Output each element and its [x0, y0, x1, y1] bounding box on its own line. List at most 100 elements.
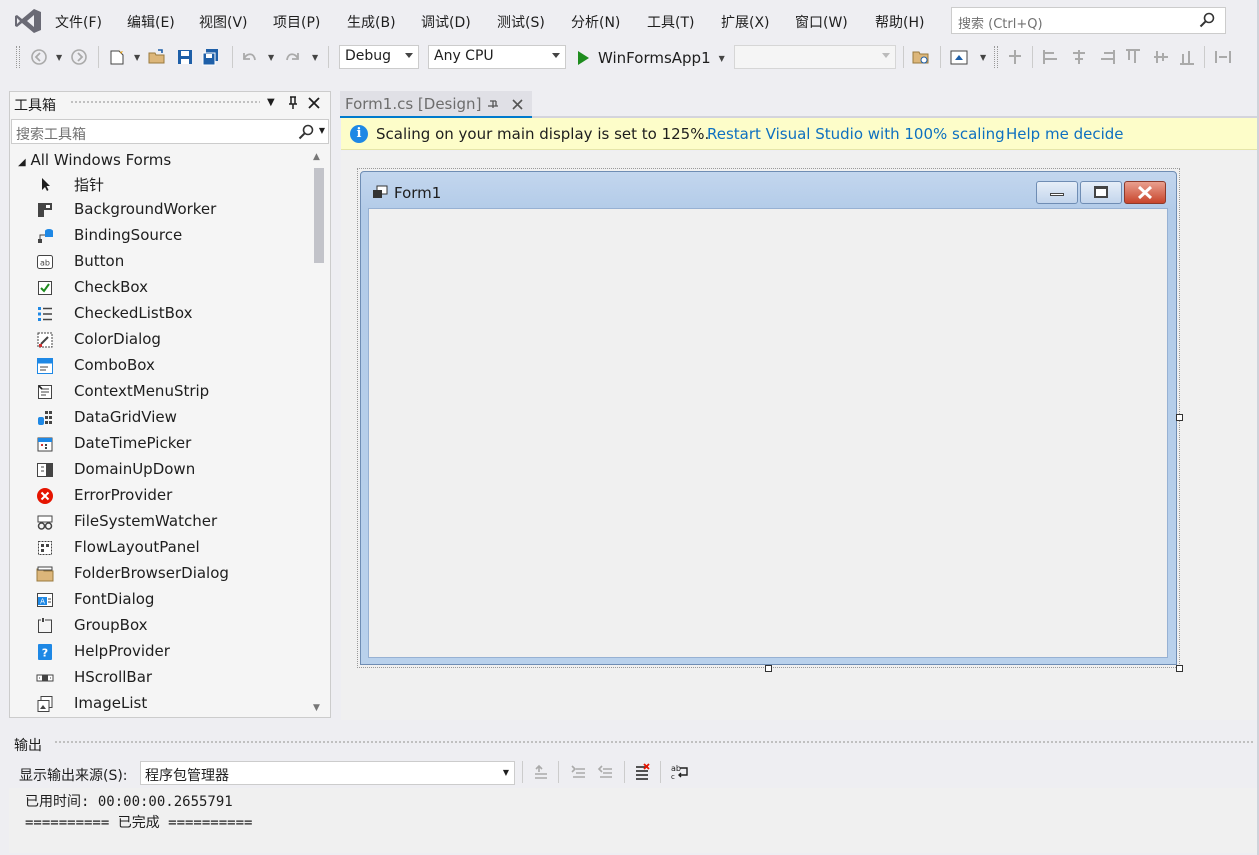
align-centers-icon[interactable]	[1070, 48, 1088, 66]
menu-build[interactable]: 生成(B)	[347, 12, 396, 32]
open-file-icon[interactable]	[148, 48, 166, 66]
toolbox-item[interactable]: FileSystemWatcher	[34, 509, 310, 535]
menu-view[interactable]: 视图(V)	[199, 12, 248, 32]
scroll-up-icon[interactable]: ▲	[313, 152, 320, 162]
align-lefts-icon[interactable]	[1042, 48, 1060, 66]
toolbox-item[interactable]: DataGridView	[34, 405, 310, 431]
go-to-previous-message-icon[interactable]	[532, 763, 550, 781]
resize-handle-bottom[interactable]	[765, 665, 772, 672]
menu-edit[interactable]: 编辑(E)	[127, 12, 175, 32]
toolbox-item[interactable]: ab Button	[34, 249, 310, 275]
clear-all-icon[interactable]	[633, 763, 651, 781]
output-grip[interactable]	[54, 740, 1254, 745]
undo-icon[interactable]	[240, 48, 258, 66]
resize-handle-corner[interactable]	[1176, 665, 1183, 672]
save-icon[interactable]	[176, 48, 194, 66]
toolbox-item-label: ContextMenuStrip	[74, 382, 210, 400]
scroll-down-icon[interactable]: ▼	[313, 703, 320, 713]
toolbox-item-label: FontDialog	[74, 590, 155, 608]
go-to-next-message-icon[interactable]	[570, 763, 588, 781]
form-close-button[interactable]	[1124, 181, 1166, 204]
toolbox-search-input[interactable]: 搜索工具箱 ▼	[11, 119, 329, 144]
pin-icon[interactable]	[488, 99, 498, 111]
align-rights-icon[interactable]	[1098, 48, 1116, 66]
align-bottoms-icon[interactable]	[1178, 48, 1196, 66]
menu-extensions[interactable]: 扩展(X)	[721, 12, 770, 32]
make-same-width-icon[interactable]	[1214, 48, 1232, 66]
form-client-area[interactable]	[368, 208, 1168, 658]
toolbox-item[interactable]: ErrorProvider	[34, 483, 310, 509]
navigate-forward-icon[interactable]	[70, 48, 88, 66]
close-icon[interactable]	[512, 99, 523, 110]
minimize-button[interactable]	[1036, 181, 1078, 204]
toolbox-item-label: ColorDialog	[74, 330, 161, 348]
chevron-down-icon[interactable]: ▼	[268, 53, 274, 62]
toolbox-item[interactable]: ContextMenuStrip	[34, 379, 310, 405]
menu-analyze[interactable]: 分析(N)	[571, 12, 620, 32]
toolbox-item[interactable]: GroupBox	[34, 613, 310, 639]
toolbox-item-label: DomainUpDown	[74, 460, 196, 478]
menu-file[interactable]: 文件(F)	[55, 12, 102, 32]
chevron-down-icon[interactable]: ▼	[312, 53, 318, 62]
chevron-down-icon[interactable]: ▼	[56, 53, 62, 62]
search-input[interactable]: 搜索 (Ctrl+Q)	[951, 7, 1226, 34]
toolbox-item[interactable]: DateTimePicker	[34, 431, 310, 457]
find-in-files-icon[interactable]	[912, 48, 930, 66]
align-to-grid-icon[interactable]	[1006, 48, 1024, 66]
toolbox-item[interactable]: A FontDialog	[34, 587, 310, 613]
chevron-down-icon[interactable]: ▼	[134, 53, 140, 62]
toolbox-item[interactable]: FlowLayoutPanel	[34, 535, 310, 561]
menu-debug[interactable]: 调试(D)	[421, 12, 471, 32]
pin-icon[interactable]	[287, 96, 299, 110]
navigate-back-icon[interactable]	[30, 48, 48, 66]
output-source-select[interactable]: 程序包管理器 ▼	[140, 761, 515, 785]
menu-project[interactable]: 项目(P)	[273, 12, 320, 32]
toolbox-scrollbar-thumb[interactable]	[314, 168, 324, 263]
toolbox-item[interactable]: ? HelpProvider	[34, 639, 310, 665]
align-tops-icon[interactable]	[1124, 48, 1142, 66]
menu-window[interactable]: 窗口(W)	[795, 12, 848, 32]
toolbox-item[interactable]: BindingSource	[34, 223, 310, 249]
toolbar-separator	[660, 761, 661, 783]
toolbox-item[interactable]: ColorDialog	[34, 327, 310, 353]
chevron-down-icon[interactable]: ▼	[980, 53, 986, 62]
go-to-last-message-icon[interactable]	[597, 763, 615, 781]
menu-help[interactable]: 帮助(H)	[875, 12, 924, 32]
toolbox-item[interactable]: CheckBox	[34, 275, 310, 301]
toolbox-item[interactable]: BackgroundWorker	[34, 197, 310, 223]
toolbox-item[interactable]: DomainUpDown	[34, 457, 310, 483]
toolbox-group-header[interactable]: ◢ All Windows Forms	[18, 151, 171, 169]
browser-link-icon[interactable]	[950, 48, 968, 66]
chevron-down-icon[interactable]: ▼	[319, 126, 325, 135]
solution-configuration-select[interactable]: Debug	[339, 45, 419, 69]
target-select[interactable]	[734, 45, 896, 69]
help-me-decide-link[interactable]: Help me decide	[1006, 125, 1124, 143]
save-all-icon[interactable]	[202, 48, 220, 66]
start-debugging-button[interactable]: WinFormsApp1 ▼	[576, 47, 725, 69]
toolbox-item[interactable]: CheckedListBox	[34, 301, 310, 327]
toggle-word-wrap-icon[interactable]: abc	[670, 763, 690, 781]
resize-handle-right[interactable]	[1176, 414, 1183, 421]
menu-test[interactable]: 测试(S)	[497, 12, 545, 32]
toolbar-grip[interactable]	[994, 46, 998, 68]
toolbox-item[interactable]: 指针	[34, 171, 310, 197]
chevron-down-icon[interactable]: ▼	[719, 54, 725, 63]
toolbox-item[interactable]: HScrollBar	[34, 665, 310, 691]
toolbar-separator	[940, 46, 941, 68]
toolbox-grip[interactable]	[70, 100, 260, 105]
tab-form1-design[interactable]: Form1.cs [Design]	[340, 91, 532, 118]
toolbox-item[interactable]: ComboBox	[34, 353, 310, 379]
align-middles-icon[interactable]	[1152, 48, 1170, 66]
toolbar-grip[interactable]	[16, 46, 20, 68]
window-position-icon[interactable]: ▼	[267, 97, 275, 108]
solution-platform-select[interactable]: Any CPU	[428, 45, 566, 69]
menu-tools[interactable]: 工具(T)	[647, 12, 694, 32]
toolbox-item[interactable]: FolderBrowserDialog	[34, 561, 310, 587]
folderbrowserdialog-icon	[36, 566, 54, 582]
restart-scaling-link[interactable]: Restart Visual Studio with 100% scaling	[707, 125, 1005, 143]
redo-icon[interactable]	[284, 48, 302, 66]
close-icon[interactable]	[308, 97, 320, 109]
new-project-icon[interactable]	[108, 48, 126, 66]
maximize-button[interactable]	[1080, 181, 1122, 204]
toolbox-item[interactable]: ImageList	[34, 691, 310, 717]
